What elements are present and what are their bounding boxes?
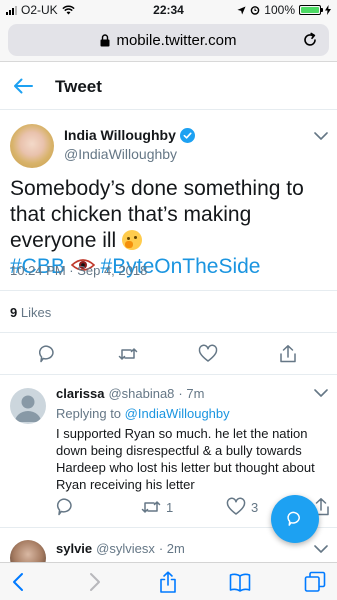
thinking-face-emoji: [122, 230, 143, 250]
divider: [0, 290, 337, 291]
safari-share-icon[interactable]: [157, 571, 179, 593]
address-bar[interactable]: mobile.twitter.com: [8, 24, 329, 56]
tweet-timestamp[interactable]: 10:24 PM · Sep 4, 2018: [10, 263, 147, 278]
compose-icon: [287, 511, 300, 526]
default-avatar-icon: [15, 395, 41, 422]
reply-author-handle[interactable]: @sylviesx: [96, 541, 155, 556]
safari-back-icon[interactable]: [8, 571, 30, 593]
url-text: mobile.twitter.com: [116, 31, 237, 49]
replying-to: Replying to @IndiaWilloughby: [56, 406, 230, 421]
retweet-count: 1: [166, 500, 174, 515]
reload-icon[interactable]: [301, 31, 319, 49]
likes-count: 9: [10, 305, 18, 320]
browser-chrome: mobile.twitter.com: [0, 20, 337, 62]
battery-icon: [299, 5, 323, 15]
verified-badge-icon: [179, 127, 195, 143]
status-bar: O2-UK 22:34 100%: [0, 0, 337, 20]
reply-avatar[interactable]: [10, 388, 46, 424]
reply-author-name[interactable]: sylvie: [56, 541, 92, 556]
retweet-icon[interactable]: [141, 497, 161, 517]
share-icon[interactable]: [278, 344, 298, 364]
tabs-icon[interactable]: [304, 571, 326, 593]
author-name-text: India Willoughby: [64, 127, 176, 143]
author-name[interactable]: India Willoughby: [64, 127, 195, 143]
location-arrow-icon: [237, 5, 246, 15]
reply-author-name[interactable]: clarissa: [56, 386, 104, 401]
page-title: Tweet: [55, 77, 102, 96]
compose-button[interactable]: [271, 495, 319, 543]
battery-percent: 100%: [264, 3, 295, 17]
author-avatar[interactable]: [10, 124, 54, 168]
author-handle[interactable]: @IndiaWilloughby: [64, 146, 177, 162]
chevron-down-icon[interactable]: [314, 131, 328, 141]
reply-age: · 7m: [178, 386, 205, 401]
like-count: 3: [251, 500, 259, 515]
likes-summary[interactable]: 9 Likes: [10, 305, 51, 320]
reply-icon[interactable]: [56, 497, 76, 517]
tweet-body: Somebody’s done something to that chicke…: [10, 177, 304, 252]
alarm-icon: [250, 6, 260, 15]
replying-prefix: Replying to: [56, 406, 122, 421]
back-arrow-icon[interactable]: [12, 75, 34, 97]
reply-text: I supported Ryan so much. he let the nat…: [56, 426, 315, 492]
safari-forward-icon[interactable]: [83, 571, 105, 593]
reply-icon[interactable]: [38, 344, 58, 364]
bookmarks-icon[interactable]: [229, 571, 251, 593]
browser-toolbar: [0, 562, 337, 600]
status-indicators: 100%: [237, 3, 331, 17]
heart-icon[interactable]: [226, 497, 246, 517]
reply-author-handle[interactable]: @shabina8: [108, 386, 174, 401]
heart-icon[interactable]: [198, 344, 218, 364]
charging-icon: [325, 5, 331, 15]
retweet-icon[interactable]: [118, 344, 138, 364]
battery-fill: [301, 7, 319, 13]
replying-to-handle[interactable]: @IndiaWilloughby: [125, 406, 230, 421]
chevron-down-icon[interactable]: [314, 388, 328, 398]
reply-age: · 2m: [158, 541, 185, 556]
likes-label: Likes: [20, 305, 52, 320]
reply-header: clarissa @shabina8 · 7m: [56, 386, 204, 401]
chevron-down-icon[interactable]: [314, 544, 328, 554]
divider: [0, 332, 337, 333]
divider: [0, 374, 337, 375]
reply-header: sylvie @sylviesx · 2m: [56, 541, 185, 556]
page-header: Tweet: [0, 62, 337, 110]
lock-icon: [100, 33, 110, 46]
